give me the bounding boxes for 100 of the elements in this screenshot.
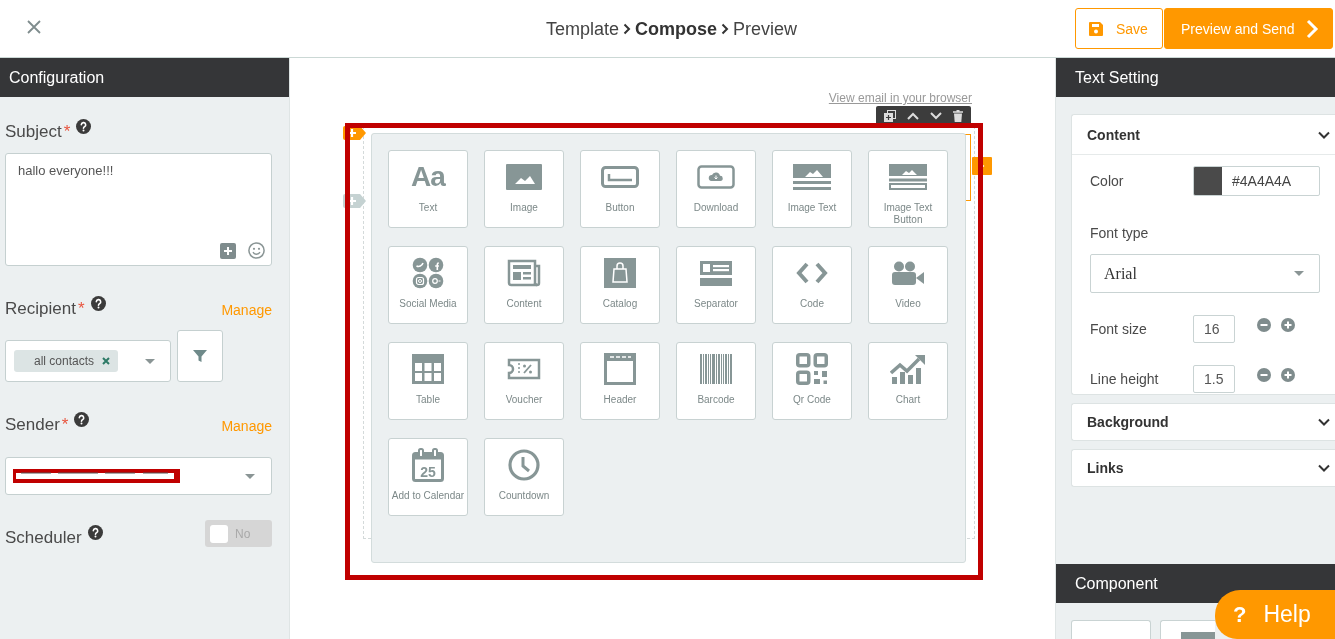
cloud-download-icon xyxy=(697,165,735,189)
close-icon[interactable] xyxy=(27,19,41,34)
shopping-bag-icon xyxy=(604,258,636,288)
accordion-header[interactable]: Content xyxy=(1072,115,1335,155)
field-label: Subject* xyxy=(5,121,71,143)
accordion-header[interactable]: Links xyxy=(1072,450,1335,486)
color-field[interactable]: #4A4A4A xyxy=(1193,166,1320,196)
component-tile[interactable]: Image Text Button xyxy=(868,150,948,228)
recipient-select[interactable]: all contacts xyxy=(5,340,171,382)
video-camera-icon xyxy=(892,261,924,285)
chevron-down-icon xyxy=(1318,464,1330,472)
trash-icon[interactable] xyxy=(952,110,963,122)
preview-send-button[interactable]: Preview and Send xyxy=(1164,8,1333,49)
number-field[interactable]: 16 xyxy=(1193,315,1235,343)
funnel-icon xyxy=(192,348,208,364)
panel-header: Text Setting xyxy=(1056,58,1335,97)
letters-icon: Aa xyxy=(411,162,445,192)
plus-tag-icon[interactable] xyxy=(343,194,367,208)
component-tile[interactable]: Voucher xyxy=(484,342,564,420)
component-tile[interactable]: Barcode xyxy=(676,342,756,420)
component-tile[interactable]: Content xyxy=(484,246,564,324)
layout-block-icon xyxy=(700,260,732,286)
save-button[interactable]: Save xyxy=(1075,8,1163,49)
chevron-right-icon xyxy=(1305,18,1319,39)
plus-tag-icon[interactable] xyxy=(343,126,367,140)
component-tile[interactable]: Header xyxy=(580,342,660,420)
question-mark-icon: ? xyxy=(1233,601,1247,628)
field-label: Line height xyxy=(1090,371,1160,387)
caret-down-icon xyxy=(245,473,255,479)
component-tile[interactable]: Chart xyxy=(868,342,948,420)
smiley-icon[interactable] xyxy=(248,242,265,259)
component-tile[interactable]: Table xyxy=(388,342,468,420)
component-tile[interactable]: Download xyxy=(676,150,756,228)
field-label: Recipient* xyxy=(5,298,85,320)
component-tile[interactable]: Social Media xyxy=(388,246,468,324)
component-tile[interactable] xyxy=(1071,620,1151,639)
barcode-icon xyxy=(700,354,732,384)
caret-down-icon xyxy=(1294,271,1304,276)
component-tile[interactable]: Qr Code xyxy=(772,342,852,420)
number-field[interactable]: 1.5 xyxy=(1193,365,1235,393)
clock-icon xyxy=(508,449,540,481)
code-icon xyxy=(796,262,828,284)
growth-chart-icon xyxy=(890,354,926,384)
social-badges-icon xyxy=(412,257,444,289)
component-tile[interactable]: Aa Text xyxy=(388,150,468,228)
qr-code-icon xyxy=(796,353,828,385)
image-text-button-icon xyxy=(889,164,927,190)
chevron-right-icon xyxy=(623,22,631,35)
component-tile[interactable] xyxy=(1160,620,1215,639)
chip-label: all contacts xyxy=(34,354,95,368)
component-tile[interactable]: Separator xyxy=(676,246,756,324)
field-label: Font type xyxy=(1090,225,1150,241)
font-select[interactable]: Arial xyxy=(1090,254,1320,293)
view-in-browser-link[interactable]: View email in your browser xyxy=(828,92,972,105)
plus-circle-icon[interactable] xyxy=(1281,368,1295,382)
button-shape-icon xyxy=(601,166,639,188)
component-tile[interactable]: Countdown xyxy=(484,438,564,516)
chevron-down-icon[interactable] xyxy=(929,112,942,120)
breadcrumb-step[interactable]: Template xyxy=(545,17,619,40)
ticket-icon xyxy=(507,358,541,380)
image-text-icon xyxy=(793,164,831,190)
remove-icon[interactable] xyxy=(102,357,111,365)
help-button[interactable]: ? Help xyxy=(1215,590,1335,639)
component-tile[interactable]: Catalog xyxy=(580,246,660,324)
duplicate-icon[interactable] xyxy=(884,110,897,122)
image-icon xyxy=(506,164,542,190)
window-icon xyxy=(604,353,636,385)
component-tile[interactable]: Code xyxy=(772,246,852,324)
plus-square-icon[interactable] xyxy=(220,242,236,259)
chevron-up-icon[interactable] xyxy=(907,112,920,120)
filter-button[interactable] xyxy=(177,330,223,382)
component-tile[interactable]: Video xyxy=(868,246,948,324)
help-icon xyxy=(87,525,103,540)
help-icon xyxy=(74,412,90,427)
image-icon xyxy=(1181,632,1215,639)
panel-header: Configuration xyxy=(0,58,289,97)
breadcrumb-step[interactable]: Compose xyxy=(635,17,717,40)
field-label: Scheduler xyxy=(5,527,82,549)
color-swatch xyxy=(1194,167,1222,195)
breadcrumb-step[interactable]: Preview xyxy=(733,17,798,40)
accordion-header[interactable]: Background xyxy=(1072,404,1335,440)
caret-down-icon xyxy=(145,358,155,364)
component-tile[interactable]: 25 Add to Calendar xyxy=(388,438,468,516)
component-tile[interactable]: Button xyxy=(580,150,660,228)
help-icon xyxy=(76,119,92,134)
minus-circle-icon[interactable] xyxy=(1257,368,1271,382)
subject-field[interactable]: hallo everyone!!! xyxy=(5,153,272,266)
field-label: Sender* xyxy=(5,414,69,436)
newspaper-icon xyxy=(507,259,541,287)
chevron-down-icon xyxy=(1318,418,1330,426)
minus-circle-icon[interactable] xyxy=(1257,318,1271,332)
plus-circle-icon[interactable] xyxy=(1281,318,1295,332)
help-icon xyxy=(90,296,106,311)
component-tile[interactable]: Image Text xyxy=(772,150,852,228)
table-icon xyxy=(412,354,444,384)
component-tile[interactable]: Image xyxy=(484,150,564,228)
chevron-down-icon xyxy=(1318,130,1330,139)
field-label: Color xyxy=(1090,173,1125,189)
toggle-knob xyxy=(210,524,228,543)
sender-select[interactable] xyxy=(5,457,272,495)
